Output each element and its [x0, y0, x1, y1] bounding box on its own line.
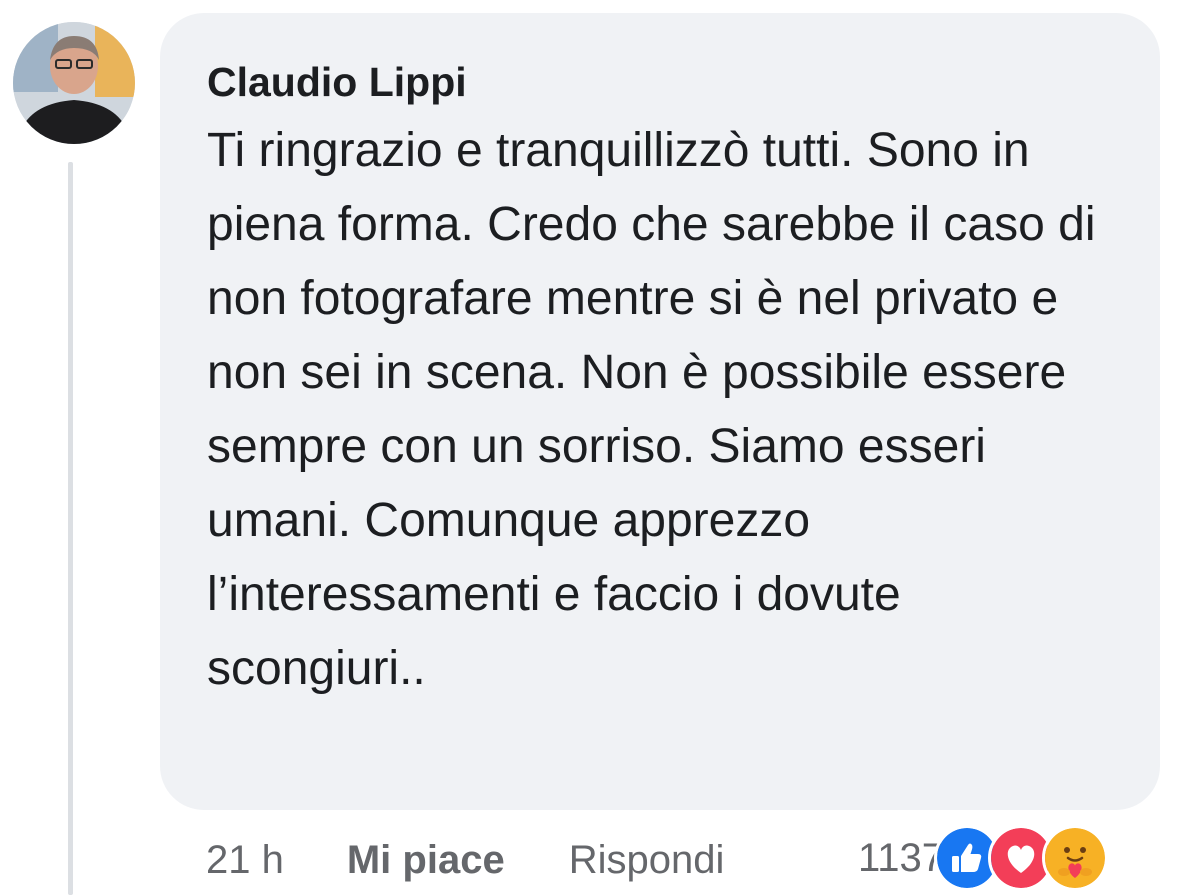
like-button[interactable]: Mi piace: [347, 838, 505, 883]
comment-actions: 21 h Mi piace Rispondi: [206, 830, 724, 890]
care-icon: [1042, 825, 1109, 891]
comment-timestamp[interactable]: 21 h: [206, 838, 284, 883]
thread-line: [68, 162, 73, 895]
reaction-count: 1137: [858, 835, 945, 880]
comment-bubble: Claudio Lippi Ti ringrazio e tranquilliz…: [160, 13, 1160, 810]
reactions-summary[interactable]: 1137: [858, 823, 1109, 893]
comment-container: Claudio Lippi Ti ringrazio e tranquilliz…: [0, 0, 1200, 895]
comment-author[interactable]: Claudio Lippi: [207, 57, 1120, 107]
avatar[interactable]: [13, 22, 135, 144]
user-avatar-icon: [13, 22, 135, 144]
comment-text: Ti ringrazio e tranquillizzò tutti. Sono…: [207, 124, 1096, 695]
reply-button[interactable]: Rispondi: [569, 838, 725, 883]
